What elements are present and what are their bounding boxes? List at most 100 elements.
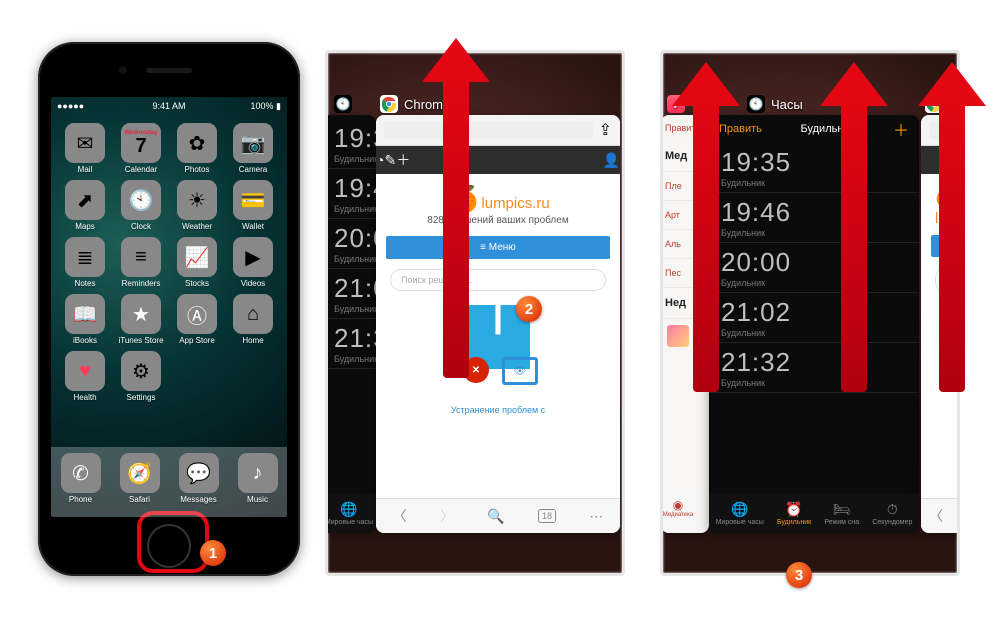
music-recent-header: Нед bbox=[661, 288, 695, 319]
lumpics-logo-icon: 🍊 bbox=[446, 184, 478, 214]
app-ibooks[interactable]: 📖iBooks bbox=[59, 294, 111, 345]
chrome-topbar-sliver bbox=[921, 115, 960, 146]
app-settings[interactable]: ⚙Settings bbox=[115, 351, 167, 402]
chrome-icon bbox=[380, 95, 398, 113]
dock: ✆Phone 🧭Safari 💬Messages ♪Music bbox=[51, 447, 287, 517]
app-clock[interactable]: 🕙Clock bbox=[115, 180, 167, 231]
app-messages[interactable]: 💬Messages bbox=[179, 453, 219, 504]
more-icon[interactable]: ⋯ bbox=[589, 508, 603, 525]
alarm-row[interactable]: 21:02Будильник bbox=[325, 269, 376, 319]
account-icon[interactable]: 👤 bbox=[603, 152, 620, 169]
gauge-icon[interactable]: ◔ bbox=[376, 152, 384, 168]
lumpics-search[interactable]: Поиск решения... bbox=[390, 269, 606, 291]
back-icon[interactable]: 〈 bbox=[393, 506, 407, 526]
clock-header-sliver: 🕙 bbox=[334, 95, 352, 113]
clock-tab-2[interactable]: 🛏Режим сна bbox=[824, 501, 859, 526]
alarm-row[interactable]: 19:46Будильник bbox=[709, 193, 919, 243]
chrome-secondary-toolbar: ◔ ✎ ＋ 👤 bbox=[376, 146, 620, 174]
alarm-row[interactable]: 21:32Будильник bbox=[325, 319, 376, 369]
lumpics-article-link[interactable]: Устранение проблем с bbox=[390, 405, 606, 415]
clock-add[interactable]: ＋ bbox=[893, 117, 909, 141]
home-button[interactable] bbox=[147, 524, 191, 568]
music-edit[interactable]: Править bbox=[665, 123, 700, 133]
app-music[interactable]: ♪Music bbox=[238, 453, 278, 504]
app-switcher-panel-2: 19:35Будильник19:46Будильник20:00Будильн… bbox=[325, 50, 625, 576]
app-maps[interactable]: ⬈Maps bbox=[59, 180, 111, 231]
app-notes[interactable]: ≣Notes bbox=[59, 237, 111, 288]
app-safari[interactable]: 🧭Safari bbox=[120, 453, 160, 504]
brush-icon[interactable]: ✎ bbox=[384, 152, 396, 169]
music-header-sliver: ♪ bbox=[667, 95, 685, 113]
lumpics-menu-button[interactable]: ≡ Меню bbox=[386, 236, 610, 259]
clock-header: 🕙 Часы bbox=[747, 95, 803, 113]
status-bar: ●●●●● 9:41 AM 100% ▮ bbox=[51, 97, 287, 115]
clock-tabbar-sliver: 🌐Мировые часы bbox=[325, 493, 376, 533]
clock-app-title: Часы bbox=[771, 97, 803, 112]
app-stocks[interactable]: 📈Stocks bbox=[171, 237, 223, 288]
search-icon[interactable]: 🔍 bbox=[487, 508, 504, 525]
app-reminders[interactable]: ≡Reminders bbox=[115, 237, 167, 288]
app-calendar[interactable]: Wednesday7Calendar bbox=[115, 123, 167, 174]
app-phone[interactable]: ✆Phone bbox=[61, 453, 101, 504]
alarm-row[interactable]: 20:00Будильник bbox=[325, 219, 376, 269]
app-wallet[interactable]: 💳Wallet bbox=[227, 180, 279, 231]
lumpics-logo-sliver: 🍊 bbox=[935, 184, 960, 209]
alarm-row[interactable]: 19:46Будильник bbox=[325, 169, 376, 219]
back-icon: 〈 bbox=[929, 506, 943, 526]
chrome-bottom-bar: 〈 〉 🔍 18 ⋯ bbox=[376, 498, 620, 533]
music-categories: МедПлеАртАльПесНед bbox=[661, 141, 695, 493]
alarm-row[interactable]: 21:32Будильник bbox=[709, 343, 919, 393]
clock-title: Будильник bbox=[801, 123, 855, 135]
share-icon[interactable]: ⇪ bbox=[599, 120, 612, 140]
music-header: Мед bbox=[661, 141, 695, 172]
phone-speaker bbox=[146, 68, 192, 73]
clock-card-behind[interactable]: 19:35Будильник19:46Будильник20:00Будильн… bbox=[325, 115, 376, 533]
chrome-icon bbox=[925, 95, 943, 113]
music-card[interactable]: Править МедПлеАртАльПесНед ◉ Медиатека bbox=[661, 115, 709, 533]
clock-card[interactable]: Править Будильник ＋ 19:35Будильник19:46Б… bbox=[709, 115, 919, 533]
music-tab-library: Медиатека bbox=[661, 512, 695, 518]
error-badge-icon: ✕ bbox=[463, 357, 489, 383]
alarm-row[interactable]: 21:02Будильник bbox=[709, 293, 919, 343]
music-item[interactable]: Пле bbox=[661, 172, 695, 201]
app-itunes-store[interactable]: ★iTunes Store bbox=[115, 294, 167, 345]
alarm-row[interactable]: 19:35Будильник bbox=[709, 143, 919, 193]
app-app-store[interactable]: ⒶApp Store bbox=[171, 294, 223, 345]
chrome-url-slot[interactable] bbox=[384, 121, 593, 139]
app-mail[interactable]: ✉Mail bbox=[59, 123, 111, 174]
monitor-eye-icon: 👁 bbox=[502, 357, 538, 385]
step-callout-2: 2 bbox=[516, 296, 542, 322]
plus-icon[interactable]: ＋ bbox=[396, 150, 410, 170]
music-tabbar-sliver: ◉ Медиатека bbox=[661, 493, 695, 533]
music-item[interactable]: Пес bbox=[661, 259, 695, 288]
lumpics-page: 🍊 lumpics.ru 8285 решений ваших проблем … bbox=[376, 174, 620, 425]
step-callout-1: 1 bbox=[200, 540, 226, 566]
clock-tab-0[interactable]: 🌐Мировые часы bbox=[716, 501, 764, 526]
alarm-row[interactable]: 19:35Будильник bbox=[325, 119, 376, 169]
tabs-count[interactable]: 18 bbox=[538, 509, 556, 523]
forward-icon[interactable]: 〉 bbox=[440, 506, 454, 526]
app-weather[interactable]: ☀Weather bbox=[171, 180, 223, 231]
home-grid: ✉MailWednesday7Calendar✿Photos📷Camera ⬈Ma… bbox=[51, 119, 287, 402]
chrome-card-sliver[interactable]: ◔ 🍊 lu Пои реш 〈〉 bbox=[921, 115, 960, 533]
music-album-art[interactable] bbox=[667, 325, 689, 347]
status-time: 9:41 AM bbox=[51, 101, 287, 111]
gauge-icon: ◔ bbox=[947, 152, 955, 168]
phone-screen: ●●●●● 9:41 AM 100% ▮ ✉MailWednesday7Cale… bbox=[51, 97, 287, 517]
clock-edit[interactable]: Править bbox=[719, 123, 762, 135]
music-item[interactable]: Аль bbox=[661, 230, 695, 259]
app-camera[interactable]: 📷Camera bbox=[227, 123, 279, 174]
app-health[interactable]: ♥Health bbox=[59, 351, 111, 402]
clock-tab-3[interactable]: ⏱Секундомер bbox=[872, 501, 912, 526]
app-videos[interactable]: ▶Videos bbox=[227, 237, 279, 288]
clock-tab-1[interactable]: ⏰Будильник bbox=[777, 501, 811, 526]
alarm-row[interactable]: 20:00Будильник bbox=[709, 243, 919, 293]
lumpics-brand-sliver: lu bbox=[935, 210, 947, 227]
music-icon: ♪ bbox=[667, 95, 685, 113]
app-photos[interactable]: ✿Photos bbox=[171, 123, 223, 174]
app-home[interactable]: ⌂Home bbox=[227, 294, 279, 345]
music-item[interactable]: Арт bbox=[661, 201, 695, 230]
lumpics-tagline: 8285 решений ваших проблем bbox=[390, 215, 606, 226]
chrome-card[interactable]: ⇪ ◔ ✎ ＋ 👤 🍊 lumpics.ru 8285 решений ваши… bbox=[376, 115, 620, 533]
iphone-device: ●●●●● 9:41 AM 100% ▮ ✉MailWednesday7Cale… bbox=[38, 42, 300, 576]
